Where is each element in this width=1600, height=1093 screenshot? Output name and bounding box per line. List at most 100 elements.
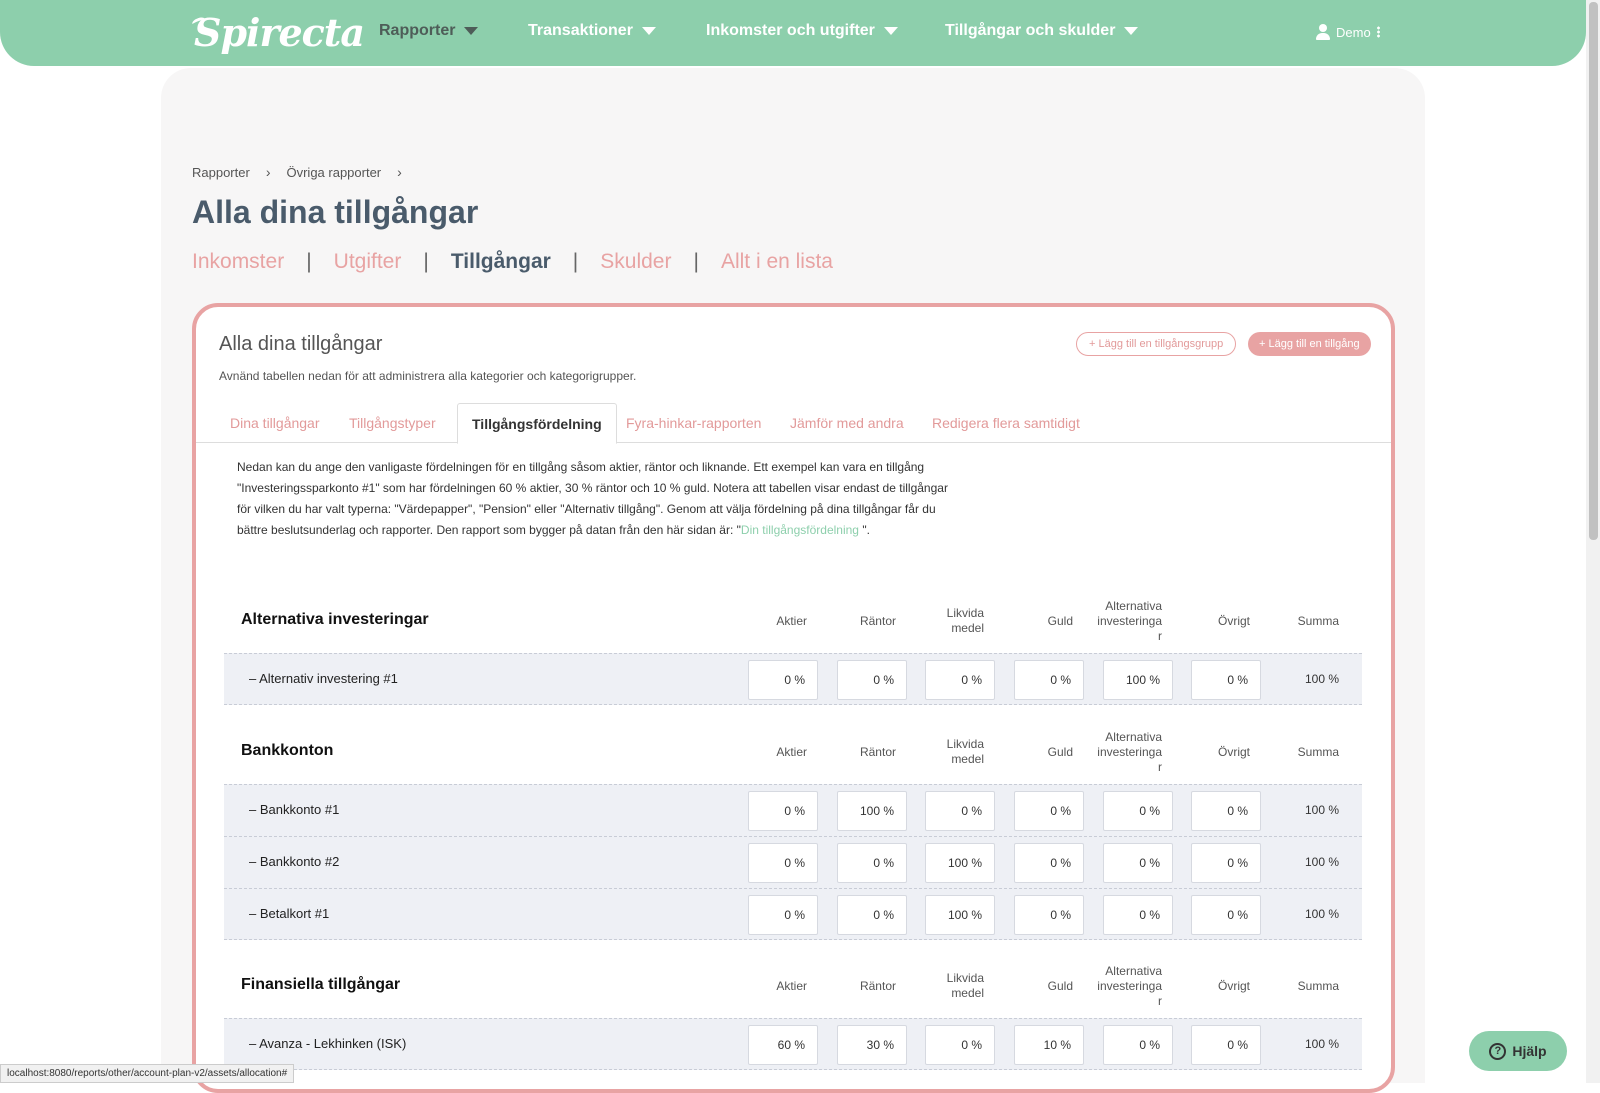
row-label[interactable]: – Bankkonto #1 [249,802,339,817]
asset-group: Alternativa investeringar Aktier Räntor … [224,589,1362,705]
subnav-utgifter[interactable]: Utgifter [334,250,402,274]
col-aktier: Aktier [776,613,807,628]
assets-card: Alla dina tillgångar Avnänd tabellen ned… [192,303,1395,1093]
row-sum: 100 % [1304,907,1339,921]
add-asset-group-button[interactable]: + Lägg till en tillgångsgrupp [1076,332,1237,356]
nav-rapporter-label: Rapporter [379,22,456,39]
row-sum: 100 % [1304,1037,1339,1051]
likvida-medel-input[interactable]: 0 % [925,660,995,700]
row-label[interactable]: – Alternativ investering #1 [249,671,398,686]
rantor-input[interactable]: 30 % [837,1025,907,1065]
question-icon: ? [1489,1042,1507,1060]
tab-jamfor-med-andra[interactable]: Jämför med andra [776,403,918,443]
intro-end: ". [858,523,870,537]
aktier-input[interactable]: 0 % [748,660,818,700]
table-row: – Alternativ investering #1 0 % 0 % 0 % … [224,653,1362,705]
guld-input[interactable]: 0 % [1014,895,1084,935]
table-row: – Bankkonto #1 0 % 100 % 0 % 0 % 0 % 0 %… [224,784,1362,836]
col-rantor: Räntor [859,978,896,993]
rantor-input[interactable]: 100 % [837,791,907,831]
rantor-input[interactable]: 0 % [837,895,907,935]
nav-tillgangar-och-skulder[interactable]: Tillgångar och skulder [945,22,1139,40]
caret-down-icon [641,27,656,35]
alternativa-input[interactable]: 0 % [1103,1025,1173,1065]
help-label: Hjälp [1512,1043,1547,1059]
rantor-input[interactable]: 0 % [837,660,907,700]
subnav-skulder[interactable]: Skulder [600,250,671,274]
aktier-input[interactable]: 0 % [748,843,818,883]
report-link[interactable]: Din tillgångsfördelning [741,523,859,537]
alternativa-input[interactable]: 0 % [1103,791,1173,831]
ovrigt-input[interactable]: 0 % [1191,791,1261,831]
col-alternativa: Alternativa investeringa r [1097,729,1162,774]
chevron-right-icon: › [265,164,271,180]
add-asset-button[interactable]: + Lägg till en tillgång [1248,332,1371,356]
row-label[interactable]: – Bankkonto #2 [249,854,339,869]
nav-rapporter[interactable]: Rapporter [379,22,479,40]
row-label[interactable]: – Avanza - Lekhinken (ISK) [249,1036,406,1051]
col-rantor: Räntor [859,613,896,628]
nav-inkomster-och-utgifter[interactable]: Inkomster och utgifter [706,22,898,40]
user-icon [1316,24,1330,40]
user-menu[interactable]: Demo [1316,24,1380,40]
col-alternativa: Alternativa investeringa r [1097,963,1162,1008]
aktier-input[interactable]: 0 % [748,895,818,935]
group-header: Finansiella tillgångar Aktier Räntor Lik… [224,954,1362,1018]
scrollbar[interactable] [1586,0,1600,1083]
asset-group: Finansiella tillgångar Aktier Räntor Lik… [224,954,1362,1070]
subnav-inkomster[interactable]: Inkomster [192,250,284,274]
likvida-medel-input[interactable]: 100 % [925,895,995,935]
group-header: Bankkonton Aktier Räntor Likvida medel G… [224,720,1362,784]
col-ovrigt: Övrigt [1217,978,1250,993]
tab-tillgangstyper[interactable]: Tillgångstyper [335,403,450,443]
subnav-allt-i-en-lista[interactable]: Allt i en lista [721,250,833,274]
divider: | [693,250,699,273]
group-title: Alternativa investeringar [241,611,429,628]
scrollbar-thumb[interactable] [1589,2,1598,540]
row-sum: 100 % [1304,855,1339,869]
caret-down-icon [1124,27,1139,35]
guld-input[interactable]: 0 % [1014,791,1084,831]
card-title: Alla dina tillgångar [219,333,383,355]
ovrigt-input[interactable]: 0 % [1191,895,1261,935]
col-alternativa: Alternativa investeringa r [1097,598,1162,643]
col-likvida-medel: Likvida medel [946,606,984,635]
tab-fyra-hinkar-rapporten[interactable]: Fyra-hinkar-rapporten [612,403,775,443]
nav-transaktioner-label: Transaktioner [528,22,633,39]
user-name: Demo [1336,24,1371,40]
aktier-input[interactable]: 0 % [748,791,818,831]
tab-dina-tillgangar[interactable]: Dina tillgångar [216,403,334,443]
alternativa-input[interactable]: 0 % [1103,895,1173,935]
likvida-medel-input[interactable]: 100 % [925,843,995,883]
row-label[interactable]: – Betalkort #1 [249,906,329,921]
breadcrumb-rapporter[interactable]: Rapporter [192,165,250,180]
col-summa: Summa [1297,613,1339,628]
guld-input[interactable]: 0 % [1014,843,1084,883]
guld-input[interactable]: 10 % [1014,1025,1084,1065]
alternativa-input[interactable]: 100 % [1103,660,1173,700]
rantor-input[interactable]: 0 % [837,843,907,883]
col-aktier: Aktier [776,978,807,993]
col-likvida-medel: Likvida medel [946,737,984,766]
nav-transaktioner[interactable]: Transaktioner [528,22,656,40]
top-navbar: Spirecta Rapporter Transaktioner Inkomst… [0,0,1586,66]
ovrigt-input[interactable]: 0 % [1191,843,1261,883]
caret-down-icon [883,27,898,35]
alternativa-input[interactable]: 0 % [1103,843,1173,883]
tab-redigera-flera-samtidigt[interactable]: Redigera flera samtidigt [918,403,1094,443]
report-subnav: Inkomster | Utgifter | Tillgångar | Skul… [192,250,833,274]
aktier-input[interactable]: 60 % [748,1025,818,1065]
kebab-menu-icon [1376,26,1380,38]
likvida-medel-input[interactable]: 0 % [925,1025,995,1065]
breadcrumb-ovriga-rapporter[interactable]: Övriga rapporter [286,165,381,180]
tab-tillgangsfordelning[interactable]: Tillgångsfördelning [457,403,617,444]
help-button[interactable]: ? Hjälp [1469,1031,1567,1071]
likvida-medel-input[interactable]: 0 % [925,791,995,831]
col-ovrigt: Övrigt [1217,613,1250,628]
ovrigt-input[interactable]: 0 % [1191,660,1261,700]
ovrigt-input[interactable]: 0 % [1191,1025,1261,1065]
subnav-tillgangar[interactable]: Tillgångar [451,250,551,274]
spirecta-logo[interactable]: Spirecta [191,10,365,56]
guld-input[interactable]: 0 % [1014,660,1084,700]
row-sum: 100 % [1304,803,1339,817]
